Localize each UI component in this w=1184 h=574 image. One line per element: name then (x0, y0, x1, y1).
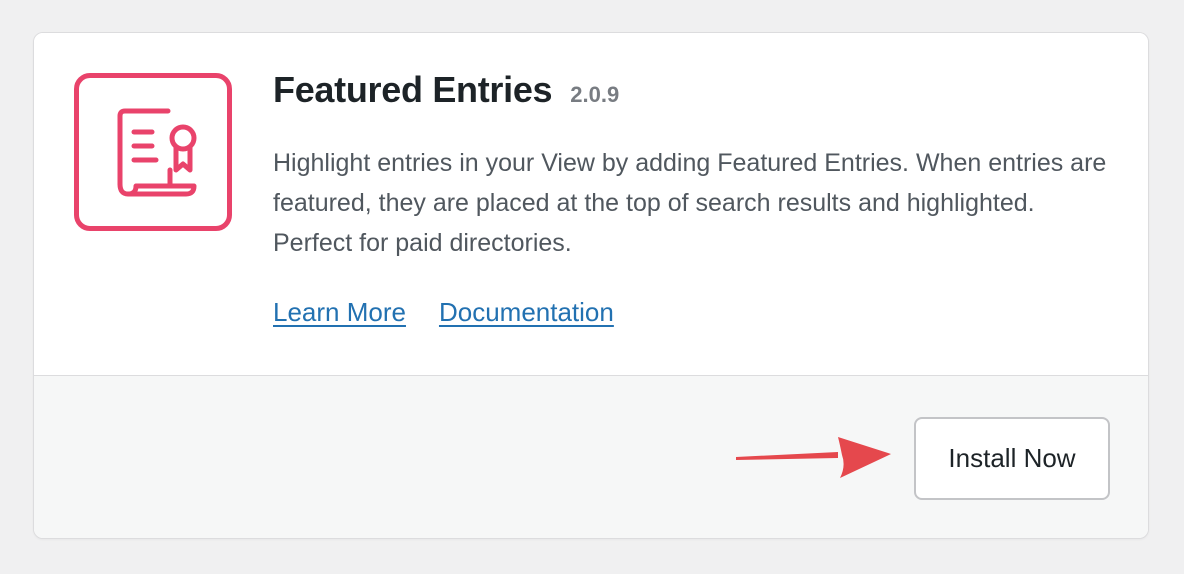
plugin-title: Featured Entries (273, 69, 553, 110)
plugin-logo (74, 73, 232, 231)
plugin-card-body: Featured Entries 2.0.9 Highlight entries… (34, 33, 1148, 375)
plugin-card: Featured Entries 2.0.9 Highlight entries… (33, 32, 1149, 539)
plugin-links: Learn More Documentation (273, 297, 614, 328)
plugin-description: Highlight entries in your View by adding… (273, 149, 1107, 257)
documentation-link[interactable]: Documentation (439, 297, 614, 328)
learn-more-link[interactable]: Learn More (273, 297, 406, 328)
plugin-header: Featured Entries 2.0.9 (273, 69, 619, 111)
certificate-icon (117, 108, 197, 197)
plugin-version: 2.0.9 (570, 82, 620, 107)
install-now-button[interactable]: Install Now (914, 417, 1110, 500)
red-arrow-icon (736, 437, 891, 478)
